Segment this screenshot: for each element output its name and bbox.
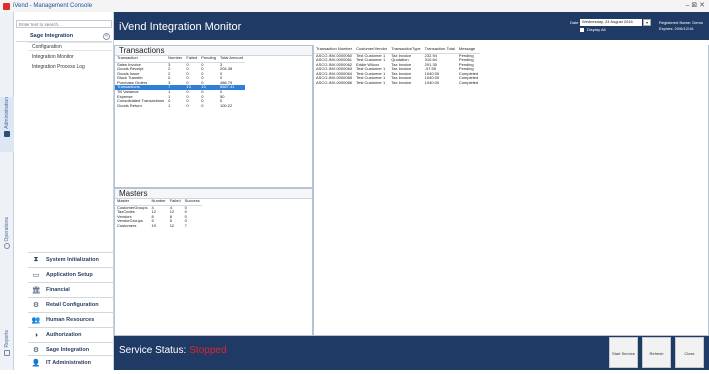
category-label: Retail Configuration xyxy=(46,302,99,308)
display-all-label: Display All xyxy=(587,27,606,32)
table-cell: Customers xyxy=(117,222,137,228)
app-title: iVend - Management Console xyxy=(13,3,93,9)
sidebar-item-configuration[interactable]: Configuration xyxy=(28,42,112,51)
app-logo-icon xyxy=(3,2,10,10)
window-icon: ▭ xyxy=(32,272,40,279)
master-row[interactable]: Customers 19 12 7 xyxy=(115,222,202,229)
reports-icon xyxy=(4,349,10,356)
bank-icon: 🏛 xyxy=(31,287,41,294)
tab-reports-label: Reports xyxy=(4,330,10,348)
start-service-button[interactable]: Start Service xyxy=(609,337,638,368)
close-button[interactable]: Close xyxy=(675,337,704,368)
table-cell: 7 xyxy=(184,222,187,228)
gear-icon: ⚙ xyxy=(32,347,40,354)
shield-icon: ◑ xyxy=(33,331,39,339)
section-header[interactable]: Sage Integration « xyxy=(16,31,112,42)
transactions-table: Transaction Number Failed Pending Total Amou… xyxy=(115,56,246,109)
hourglass-icon: ⧗ xyxy=(33,256,39,263)
title-bar: iVend - Management Console – ⊠ ✕ xyxy=(0,0,709,12)
category-authorization[interactable]: ◑ Authorization xyxy=(28,327,114,342)
window-controls[interactable]: – ⊠ ✕ xyxy=(685,1,705,9)
page-title: iVend Integration Monitor xyxy=(119,21,242,33)
tab-operations[interactable]: Operations xyxy=(0,217,14,272)
category-label: Financial xyxy=(46,287,70,293)
collapse-icon[interactable]: « xyxy=(103,33,110,40)
table-cell: 100.22 xyxy=(219,102,233,108)
table-cell: 12 xyxy=(169,222,175,228)
table-cell: ASCO-INV-0000066 xyxy=(316,80,353,86)
operations-icon xyxy=(4,243,10,250)
category-label: IT Administration xyxy=(46,360,92,366)
category-label: System Initialization xyxy=(46,257,99,263)
table-cell: 1 xyxy=(168,102,171,108)
main-header: iVend Integration Monitor Date Wednesday… xyxy=(114,12,709,40)
table-cell: Goods Return xyxy=(117,102,142,108)
transaction-row[interactable]: Goods Return 1 0 0 100.22 xyxy=(115,102,245,109)
section-title: Sage Integration xyxy=(30,33,74,39)
app-window: iVend - Management Console – ⊠ ✕ Adminis… xyxy=(0,0,709,374)
refresh-button[interactable]: Refresh xyxy=(642,337,671,368)
category-retail-configuration[interactable]: ⚙ Retail Configuration xyxy=(28,297,114,312)
table-cell: 19 xyxy=(151,222,156,228)
tab-reports[interactable]: Reports xyxy=(0,330,14,370)
category-human-resources[interactable]: 👥 Human Resources xyxy=(28,312,114,327)
masters-panel: Masters Master Number Failed Success Custom… xyxy=(114,188,313,336)
transaction-details-table: Transaction Number Customer/Vendor Transac… xyxy=(314,47,481,86)
category-it-administration[interactable]: 👤 IT Administration xyxy=(28,355,114,370)
category-financial[interactable]: 🏛 Financial xyxy=(28,282,114,297)
date-label: Date xyxy=(570,20,579,25)
detail-row[interactable]: ASCO-INV-0000066 Test Customer 1 Tax Invoi… xyxy=(314,80,480,86)
table-cell: 0 xyxy=(201,102,204,108)
category-application-setup[interactable]: ▭ Application Setup xyxy=(28,267,114,282)
category-label: Sage Integration xyxy=(46,347,90,353)
masters-table: Master Number Failed Success CustomerGroups… xyxy=(115,199,202,228)
tab-operations-label: Operations xyxy=(4,217,10,242)
table-cell: Completed xyxy=(458,80,479,86)
service-status-label: Service Status: Stopped xyxy=(119,345,227,356)
registered-name: Registered Name: Demo xyxy=(659,20,704,25)
date-picker[interactable]: Wednesday, 24 August 2016 xyxy=(580,19,642,26)
masters-title: Masters xyxy=(115,189,312,199)
calendar-dropdown-icon[interactable]: ▾ xyxy=(643,19,651,26)
status-bar: Service Status: Stopped Start Service Ref… xyxy=(114,336,709,370)
category-system-initialization[interactable]: ⧗ System Initialization xyxy=(28,252,114,267)
table-cell: Test Customer 1 xyxy=(356,80,386,86)
table-cell: 0 xyxy=(186,102,189,108)
category-label: Application Setup xyxy=(46,272,93,278)
table-cell: 1040.00 xyxy=(424,80,440,86)
sidebar-item-integration-process-log[interactable]: Integration Process Log xyxy=(32,64,85,70)
transaction-details-panel: Transaction Number Customer/Vendor Transac… xyxy=(313,45,709,336)
display-all-checkbox[interactable] xyxy=(580,28,584,32)
search-input[interactable] xyxy=(16,20,112,28)
tab-administration[interactable]: Administration xyxy=(0,97,14,152)
administration-icon xyxy=(4,130,10,137)
user-icon: 👤 xyxy=(31,360,41,367)
service-status-value: Stopped xyxy=(189,345,227,356)
table-cell: Tax Invoice xyxy=(391,80,412,86)
sidebar: Sage Integration « Configuration Integra… xyxy=(14,12,114,370)
vertical-nav-strip: Administration Operations Reports xyxy=(0,12,14,370)
sidebar-item-integration-monitor[interactable]: Integration Monitor xyxy=(32,54,74,60)
category-label: Human Resources xyxy=(46,317,95,323)
people-icon: 👥 xyxy=(31,317,41,324)
transactions-panel: Transactions Transaction Number Failed Pend… xyxy=(114,45,313,188)
expiry-date: Expires: 20/6/12/16 xyxy=(659,26,694,31)
settings-icon: ⚙ xyxy=(32,302,40,309)
category-label: Authorization xyxy=(46,332,82,338)
service-status-text: Service Status: xyxy=(119,345,187,356)
tab-administration-label: Administration xyxy=(4,97,10,129)
